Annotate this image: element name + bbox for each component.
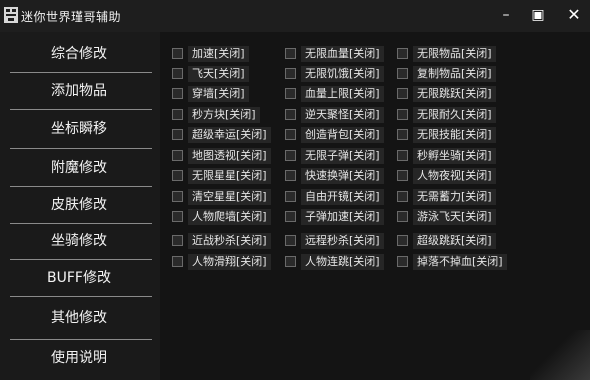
sidebar-item-buff[interactable]: BUFF修改 [6, 260, 152, 296]
sidebar-item-teleport[interactable]: 坐标瞬移 [6, 111, 152, 147]
minimize-button[interactable]: – [492, 4, 520, 26]
checkbox[interactable] [172, 129, 183, 140]
checkbox[interactable] [172, 48, 183, 59]
checkbox[interactable] [285, 48, 296, 59]
sidebar-item-enchant[interactable]: 附魔修改 [6, 150, 152, 186]
minimize-icon: – [502, 7, 510, 23]
checkbox[interactable] [285, 235, 296, 246]
checkbox[interactable] [172, 235, 183, 246]
app-logo-icon [4, 7, 18, 23]
checkbox[interactable] [397, 48, 408, 59]
sidebar-divider [10, 296, 152, 297]
window-title: 迷你世界瑾哥辅助 [21, 10, 122, 24]
resize-grip[interactable] [530, 330, 590, 380]
checkbox[interactable] [397, 150, 408, 161]
sidebar: 综合修改 添加物品 坐标瞬移 附魔修改 皮肤修改 坐骑修改 BUFF修改 其他修… [0, 32, 160, 380]
checkbox[interactable] [285, 256, 296, 267]
checkbox[interactable] [397, 235, 408, 246]
checkbox[interactable] [172, 211, 183, 222]
sidebar-divider [10, 109, 152, 110]
sidebar-item-add-items[interactable]: 添加物品 [6, 73, 152, 109]
checkbox[interactable] [285, 211, 296, 222]
checkbox[interactable] [397, 88, 408, 99]
checkbox[interactable] [172, 170, 183, 181]
checkbox[interactable] [285, 150, 296, 161]
sidebar-item-help[interactable]: 使用说明 [6, 340, 152, 376]
checkbox[interactable] [397, 211, 408, 222]
options-panel: 加速[关闭] 飞天[关闭] 穿墙[关闭] 秒方块[关闭] 超级幸运[关闭] 地图… [160, 32, 590, 380]
checkbox[interactable] [285, 109, 296, 120]
checkbox[interactable] [285, 191, 296, 202]
checkbox[interactable] [285, 88, 296, 99]
sidebar-divider [10, 148, 152, 149]
maximize-button[interactable]: ▣ [524, 4, 552, 26]
checkbox[interactable] [285, 129, 296, 140]
title-bar[interactable]: 迷你世界瑾哥辅助 – ▣ ✕ [0, 0, 590, 32]
sidebar-item-mount[interactable]: 坐骑修改 [6, 223, 152, 259]
checkbox[interactable] [285, 68, 296, 79]
checkbox[interactable] [397, 256, 408, 267]
close-button[interactable]: ✕ [560, 4, 588, 26]
checkbox[interactable] [172, 191, 183, 202]
sidebar-item-skin[interactable]: 皮肤修改 [6, 187, 152, 223]
checkbox[interactable] [172, 88, 183, 99]
checkbox[interactable] [172, 68, 183, 79]
checkbox[interactable] [397, 191, 408, 202]
checkbox[interactable] [285, 170, 296, 181]
checkbox[interactable] [397, 68, 408, 79]
checkbox[interactable] [397, 129, 408, 140]
checkbox[interactable] [397, 109, 408, 120]
sidebar-item-other[interactable]: 其他修改 [6, 300, 152, 336]
sidebar-item-general[interactable]: 综合修改 [6, 36, 152, 72]
maximize-icon: ▣ [531, 7, 545, 23]
close-icon: ✕ [567, 5, 581, 24]
checkbox[interactable] [397, 170, 408, 181]
checkbox[interactable] [172, 109, 183, 120]
checkbox[interactable] [172, 256, 183, 267]
checkbox[interactable] [172, 150, 183, 161]
